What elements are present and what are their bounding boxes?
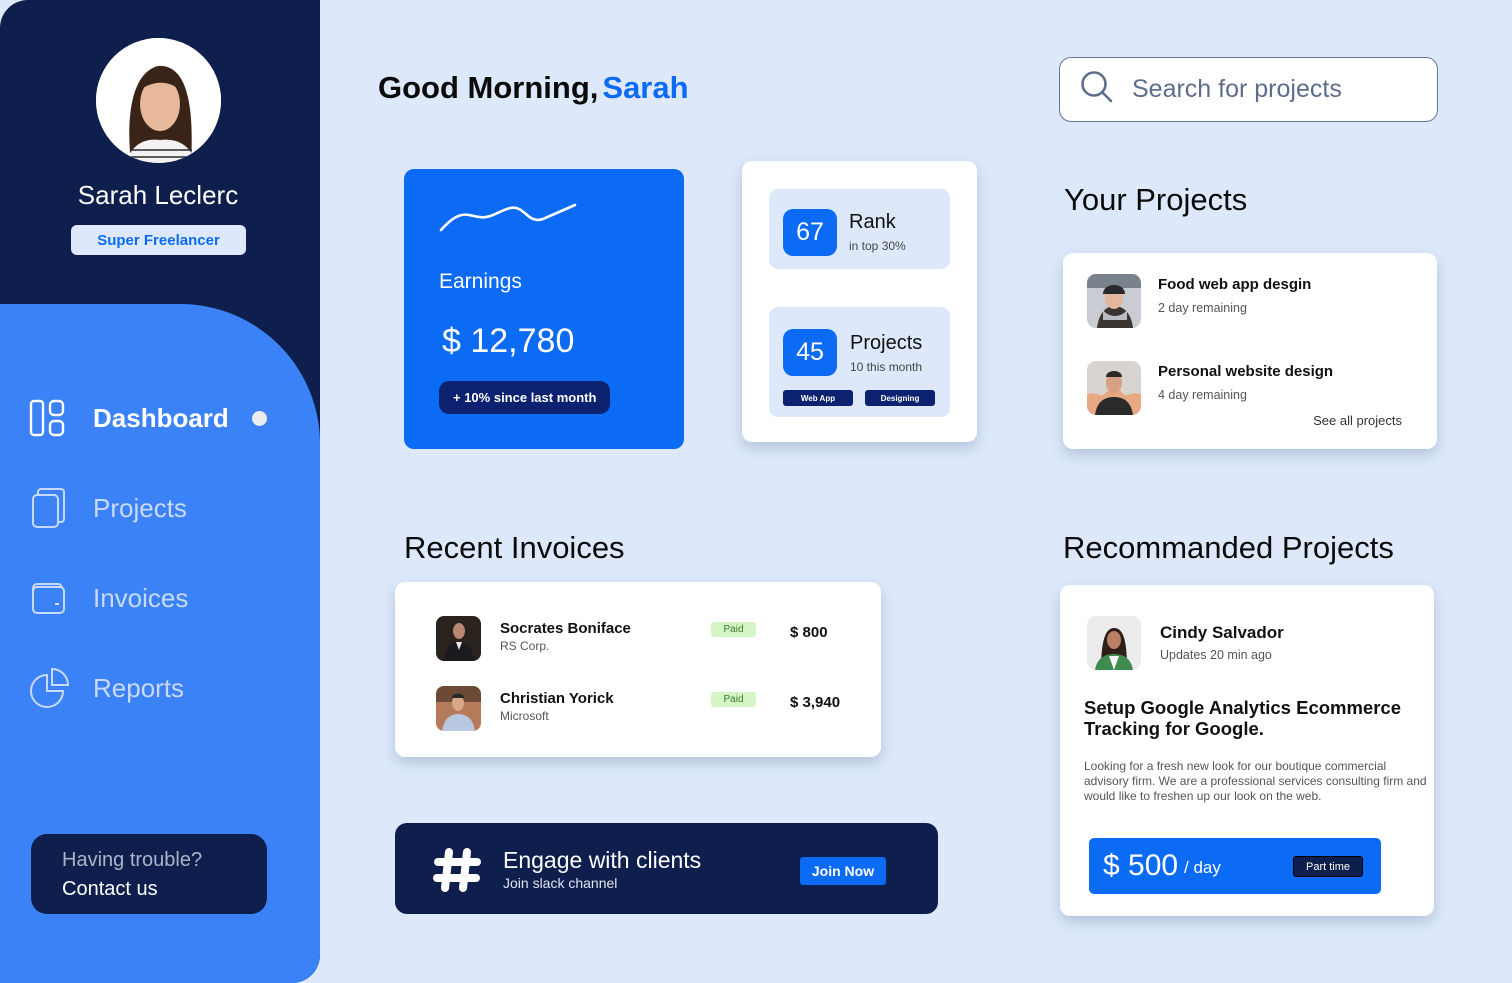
your-projects-card: Food web app desgin 2 day remaining Pers… — [1063, 253, 1437, 449]
join-now-button[interactable]: Join Now — [800, 857, 886, 885]
sidebar-item-reports[interactable]: Reports — [28, 667, 185, 708]
sidebar-item-invoices[interactable]: Invoices — [28, 578, 188, 618]
sidebar-item-dashboard[interactable]: Dashboard — [28, 398, 229, 438]
projects-count: 45 — [783, 329, 837, 376]
profile-name: Sarah Leclerc — [77, 180, 239, 210]
search-icon — [1080, 70, 1114, 109]
greeting-user-name: Sarah — [602, 70, 689, 105]
client-name: Christian Yorick — [500, 690, 614, 707]
project-remaining: 4 day remaining — [1158, 388, 1247, 402]
recent-invoices-heading: Recent Invoices — [404, 530, 625, 565]
earnings-change-badge: + 10% since last month — [439, 381, 611, 414]
invoice-amount: $ 3,940 — [790, 694, 841, 711]
tag-designing[interactable]: Designing — [865, 390, 935, 406]
engage-subtitle: Join slack channel — [503, 875, 618, 891]
status-badge: Paid — [711, 622, 756, 637]
rate-value: $ 500 — [1103, 849, 1179, 882]
project-item[interactable]: Food web app desgin 2 day remaining — [1087, 274, 1311, 328]
invoice-row[interactable]: Christian Yorick Microsoft Paid $ 3,940 — [436, 686, 846, 731]
projects-icon — [28, 488, 92, 528]
recommended-project-card[interactable]: Cindy Salvador Updates 20 min ago Setup … — [1060, 585, 1434, 916]
engage-title: Engage with clients — [503, 847, 702, 873]
project-description: Looking for a fresh new look for our bou… — [1084, 759, 1427, 803]
rank-title: Rank — [849, 211, 896, 233]
project-avatar — [1087, 361, 1141, 415]
tag-web-app[interactable]: Web App — [783, 390, 853, 406]
update-time: Updates 20 min ago — [1160, 648, 1272, 662]
project-title: Setup Google Analytics Ecommerce Trackin… — [1084, 697, 1401, 739]
invoice-amount: $ 800 — [790, 624, 828, 641]
pie-chart-icon — [28, 667, 92, 708]
rate-button[interactable]: $ 500 / day Part time — [1089, 838, 1381, 894]
client-name: Cindy Salvador — [1160, 623, 1284, 642]
earnings-label: Earnings — [439, 270, 522, 293]
contact-support-button[interactable]: Having trouble? Contact us — [31, 834, 267, 914]
rank-stat: 67 Rank in top 30% — [769, 189, 950, 269]
help-question: Having trouble? — [62, 849, 203, 871]
invoice-row[interactable]: Socrates Boniface RS Corp. Paid $ 800 — [436, 616, 846, 661]
rank-value: 67 — [783, 209, 837, 256]
greeting-text: Good Morning, — [378, 70, 599, 105]
search-input[interactable] — [1132, 75, 1412, 104]
invoices-card: Socrates Boniface RS Corp. Paid $ 800 Ch… — [395, 582, 881, 757]
sidebar-item-label: Invoices — [93, 582, 189, 613]
contact-us-link[interactable]: Contact us — [62, 878, 267, 901]
profile-badge: Super Freelancer — [71, 225, 246, 255]
earnings-amount: $ 12,780 — [442, 322, 575, 360]
engage-banner: Engage with clients Join slack channel J… — [395, 823, 938, 914]
project-remaining: 2 day remaining — [1158, 301, 1247, 315]
sidebar-item-label: Projects — [93, 492, 187, 523]
projects-stat-title: Projects — [850, 332, 923, 354]
client-avatar — [436, 616, 481, 661]
rate-unit: / day — [1184, 858, 1221, 877]
earnings-card: Earnings $ 12,780 + 10% since last month — [404, 169, 684, 449]
sidebar-item-projects[interactable]: Projects — [28, 488, 187, 528]
search-box[interactable] — [1059, 57, 1438, 122]
sidebar-item-label: Reports — [93, 672, 185, 703]
profile-avatar[interactable] — [96, 38, 221, 163]
project-avatar — [1087, 274, 1141, 328]
client-company: RS Corp. — [500, 639, 550, 653]
projects-stat: 45 Projects 10 this month Web App Design… — [769, 307, 950, 417]
stats-card: 67 Rank in top 30% 45 Projects 10 this m… — [742, 161, 977, 442]
client-avatar — [1087, 616, 1141, 670]
your-projects-heading: Your Projects — [1064, 182, 1248, 217]
recommended-projects-heading: Recommanded Projects — [1063, 530, 1394, 565]
rank-subtitle: in top 30% — [849, 239, 906, 253]
client-name: Socrates Boniface — [500, 620, 631, 637]
projects-stat-subtitle: 10 this month — [850, 360, 923, 374]
client-company: Microsoft — [500, 709, 549, 723]
wallet-icon — [28, 578, 92, 618]
earnings-trend-icon — [439, 203, 577, 232]
page-greeting: Good Morning, Sarah — [378, 70, 689, 106]
sidebar: Sarah Leclerc Super Freelancer Dashboard… — [0, 0, 320, 983]
sidebar-item-label: Dashboard — [93, 402, 229, 433]
project-name: Personal website design — [1158, 363, 1334, 380]
project-item[interactable]: Personal website design 4 day remaining — [1087, 361, 1333, 415]
job-type-badge: Part time — [1293, 856, 1363, 877]
status-badge: Paid — [711, 692, 756, 707]
project-name: Food web app desgin — [1158, 276, 1312, 293]
see-all-projects-link[interactable]: See all projects — [1313, 413, 1402, 428]
slack-icon — [433, 848, 481, 892]
active-indicator-dot — [252, 411, 267, 426]
client-avatar — [436, 686, 481, 731]
dashboard-icon — [28, 398, 92, 438]
